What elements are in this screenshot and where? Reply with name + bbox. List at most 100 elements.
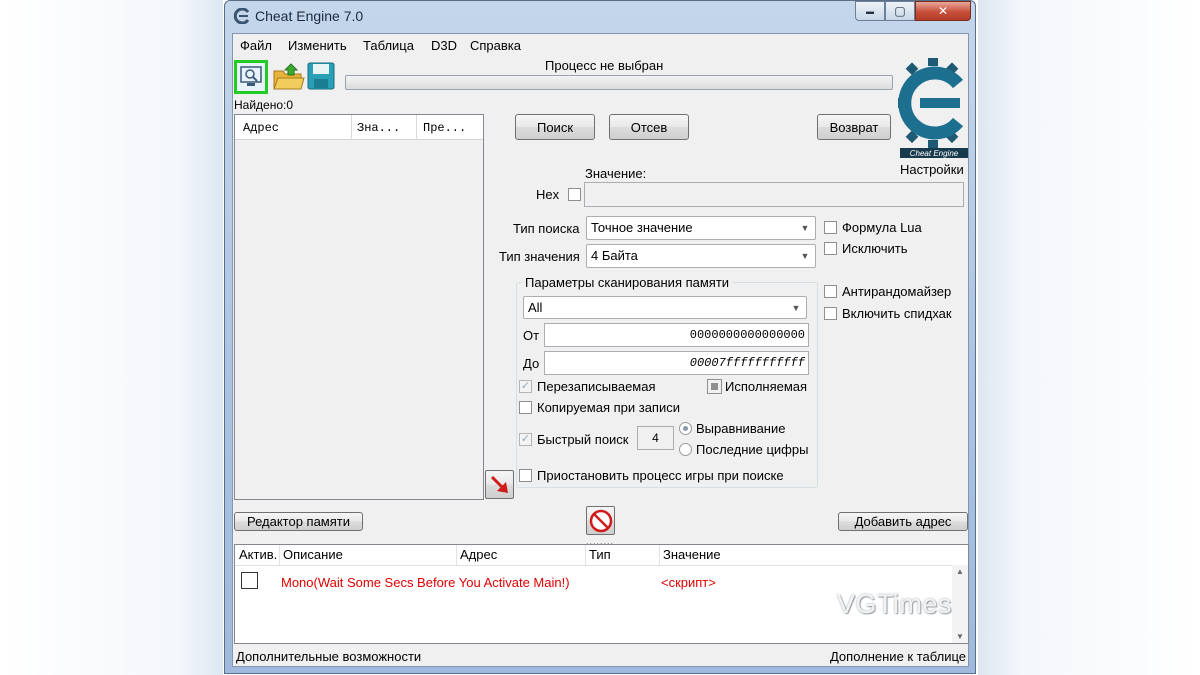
hex-label: Hex [536,187,560,202]
save-disk-icon [307,62,335,90]
not-checkbox[interactable] [824,242,837,255]
alignment-label: Выравнивание [696,421,786,436]
chevron-down-icon: ▼ [800,223,810,233]
maximize-icon: ▢ [894,4,906,18]
lua-formula-checkbox[interactable] [824,221,837,234]
save-button[interactable] [305,60,339,94]
chevron-down-icon: ▼ [791,303,801,313]
row-value: <скрипт> [661,575,716,590]
pause-game-label: Приостановить процесс игры при поиске [537,468,784,483]
scan-type-select[interactable]: Точное значение ▼ [586,216,816,240]
to-label: До [523,356,540,371]
desktop-background-left [0,0,223,675]
title-bar[interactable]: Cheat Engine 7.0 ▬ ▢ ✕ [225,1,975,31]
pause-game-checkbox[interactable] [519,469,532,482]
copy-on-write-checkbox[interactable] [519,401,532,414]
column-separator [585,545,586,565]
memory-region-select[interactable]: All ▼ [523,296,807,319]
menu-file[interactable]: Файл [240,38,272,53]
next-scan-button[interactable]: Отсев [609,114,689,140]
main-client-area: Файл Изменить Таблица D3D Справка Процес… [232,33,969,667]
column-separator [351,115,352,139]
hex-checkbox[interactable] [568,188,581,201]
menu-help[interactable]: Справка [470,38,521,53]
column-address[interactable]: Адрес [243,121,279,135]
desktop-background-right [978,0,1200,675]
close-button[interactable]: ✕ [915,1,971,21]
scan-type-label: Тип поиска [513,221,580,236]
column-separator [279,545,280,565]
red-arrow-icon [490,475,508,493]
memory-region-value: All [528,300,543,315]
cheat-engine-logo-icon: Cheat Engine [898,58,968,158]
stop-icon [589,509,612,532]
menu-table[interactable]: Таблица [363,38,414,53]
memory-scan-options-title: Параметры сканирования памяти [522,275,733,290]
fast-scan-checkbox[interactable]: ✓ [519,433,532,446]
writable-checkbox[interactable]: ✓ [519,380,532,393]
found-address-list[interactable]: Адрес Зна... Пре... [234,114,484,500]
clear-list-button[interactable] [586,506,615,535]
value-type-select[interactable]: 4 Байта ▼ [586,244,816,268]
menu-d3d[interactable]: D3D [431,38,457,53]
cheat-engine-window: Cheat Engine 7.0 ▬ ▢ ✕ Файл Изменить Таб… [224,0,976,674]
executable-checkbox[interactable] [707,379,722,394]
value-type-value: 4 Байта [591,248,638,263]
column-value[interactable]: Значение [663,547,721,562]
cheat-engine-logo[interactable]: Cheat Engine [898,56,970,158]
settings-link[interactable]: Настройки [900,162,964,177]
writable-label: Перезаписываемая [537,379,656,394]
scan-type-value: Точное значение [591,220,693,235]
scroll-down-icon[interactable]: ▼ [956,632,964,641]
cheat-table[interactable]: Актив. Описание Адрес Тип Значение Mono(… [234,544,969,644]
maximize-button[interactable]: ▢ [885,1,915,21]
value-type-label: Тип значения [499,249,580,264]
open-file-button[interactable] [271,60,305,94]
fast-scan-label: Быстрый поиск [537,432,629,447]
copy-on-write-label: Копируемая при записи [537,400,680,415]
menu-edit[interactable]: Изменить [288,38,347,53]
column-description[interactable]: Описание [283,547,343,562]
speedhack-checkbox[interactable] [824,307,837,320]
last-digits-label: Последние цифры [696,442,809,457]
alignment-radio[interactable] [679,422,692,435]
not-label: Исключить [842,241,908,256]
scroll-up-icon[interactable]: ▲ [956,567,964,576]
row-description: Mono(Wait Some Secs Before You Activate … [281,575,570,590]
window-title: Cheat Engine 7.0 [255,8,364,24]
first-scan-button[interactable]: Поиск [515,114,595,140]
from-label: От [523,328,540,343]
column-separator [416,115,417,139]
add-to-list-button[interactable] [485,470,514,499]
executable-label: Исполняемая [725,379,808,394]
undo-scan-button[interactable]: Возврат [817,114,891,140]
watermark: VGTimes [837,589,953,619]
column-previous[interactable]: Пре... [423,121,466,135]
menu-bar: Файл Изменить Таблица D3D Справка [233,34,968,56]
last-digits-radio[interactable] [679,443,692,456]
column-active[interactable]: Актив. [239,547,277,562]
lua-formula-label: Формула Lua [842,220,922,235]
column-address[interactable]: Адрес [460,547,497,562]
computer-icon [240,66,262,86]
open-folder-icon [273,63,305,90]
add-address-button[interactable]: Добавить адрес [838,512,968,531]
cheat-engine-icon [233,8,250,24]
memory-view-button[interactable]: Редактор памяти [234,512,363,531]
column-type[interactable]: Тип [589,547,611,562]
active-checkbox[interactable] [241,572,258,589]
cheat-table-header: Актив. Описание Адрес Тип Значение [235,545,968,566]
fast-scan-alignment-input[interactable]: 4 [637,426,674,450]
start-address-input[interactable]: 0000000000000000 [544,323,809,347]
open-process-button[interactable] [234,60,268,94]
stop-address-input[interactable]: 00007fffffffffff [544,351,809,375]
unrandomizer-checkbox[interactable] [824,285,837,298]
vertical-scrollbar[interactable]: ▲ ▼ [952,565,968,643]
column-separator [659,545,660,565]
column-value[interactable]: Зна... [357,121,400,135]
value-input[interactable] [584,182,964,207]
found-count: Найдено:0 [234,98,294,112]
advanced-options-link[interactable]: Дополнительные возможности [236,649,421,664]
minimize-button[interactable]: ▬ [855,1,885,21]
table-extras-link[interactable]: Дополнение к таблице [830,649,966,664]
